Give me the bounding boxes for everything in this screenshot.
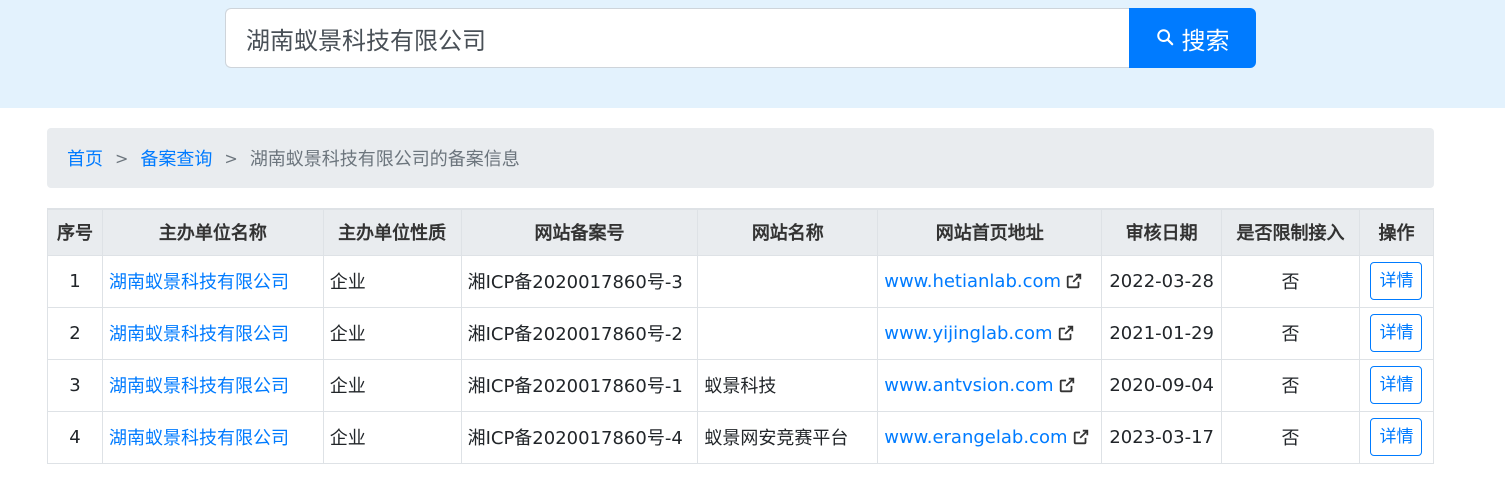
org-name-link[interactable]: 湖南蚁景科技有限公司 [109, 324, 289, 345]
detail-button[interactable]: 详情 [1370, 262, 1423, 300]
breadcrumb-separator: > [115, 148, 129, 168]
external-link-icon [1073, 429, 1088, 445]
external-link-icon [1066, 273, 1082, 289]
org-name-link[interactable]: 湖南蚁景科技有限公司 [109, 272, 289, 293]
header-org-type: 主办单位性质 [322, 208, 462, 256]
breadcrumb-current: 湖南蚁景科技有限公司的备案信息 [249, 149, 520, 170]
org-name-link[interactable]: 湖南蚁景科技有限公司 [109, 428, 289, 449]
table-header-row: 序号 主办单位名称 主办单位性质 网站备案号 网站名称 网站首页地址 审核日期 … [47, 208, 1435, 256]
search-icon [1156, 24, 1174, 52]
site-url-link[interactable]: www.yijinglab.com [884, 323, 1074, 344]
breadcrumb-icp-query-link[interactable]: 备案查询 [140, 145, 212, 171]
detail-button[interactable]: 详情 [1370, 314, 1423, 352]
org-name-link[interactable]: 湖南蚁景科技有限公司 [109, 376, 289, 397]
header-restricted: 是否限制接入 [1221, 208, 1360, 256]
cell-index: 3 [47, 358, 103, 412]
breadcrumb-home-link[interactable]: 首页 [67, 145, 103, 171]
cell-review-date: 2023-03-17 [1101, 410, 1223, 464]
search-input[interactable] [225, 8, 1130, 68]
cell-review-date: 2020-09-04 [1101, 358, 1223, 412]
cell-icp-number: 湘ICP备2020017860号-2 [460, 306, 699, 360]
cell-icp-number: 湘ICP备2020017860号-4 [460, 410, 699, 464]
cell-site-name: 蚁景网安竞赛平台 [697, 410, 879, 464]
table-row: 1 湖南蚁景科技有限公司 企业 湘ICP备2020017860号-3 www.h… [47, 254, 1435, 308]
icp-records-table: 序号 主办单位名称 主办单位性质 网站备案号 网站名称 网站首页地址 审核日期 … [47, 208, 1435, 464]
header-site-name: 网站名称 [697, 208, 879, 256]
cell-restricted: 否 [1221, 306, 1360, 360]
external-link-icon [1059, 377, 1074, 393]
header-review-date: 审核日期 [1101, 208, 1223, 256]
header-icp-number: 网站备案号 [460, 208, 699, 256]
cell-restricted: 否 [1221, 410, 1360, 464]
search-button-label: 搜索 [1181, 26, 1230, 55]
site-url-link[interactable]: www.antvsion.com [884, 375, 1075, 396]
cell-review-date: 2022-03-28 [1101, 254, 1223, 308]
cell-org-type: 企业 [322, 306, 462, 360]
external-link-icon [1058, 325, 1073, 341]
cell-restricted: 否 [1221, 254, 1360, 308]
breadcrumb-separator: > [224, 148, 238, 168]
site-url-text: www.erangelab.com [884, 426, 1068, 448]
search-button[interactable]: 搜索 [1129, 8, 1256, 68]
cell-review-date: 2021-01-29 [1101, 306, 1223, 360]
cell-site-name [697, 254, 879, 308]
cell-index: 2 [47, 306, 103, 360]
breadcrumb: 首页 > 备案查询 > 湖南蚁景科技有限公司的备案信息 [47, 128, 1434, 188]
site-url-text: www.hetianlab.com [884, 270, 1062, 292]
cell-site-name [697, 306, 879, 360]
cell-icp-number: 湘ICP备2020017860号-3 [460, 254, 699, 308]
table-row: 3 湖南蚁景科技有限公司 企业 湘ICP备2020017860号-1 蚁景科技 … [47, 358, 1435, 412]
detail-button[interactable]: 详情 [1370, 418, 1423, 456]
cell-index: 1 [47, 254, 103, 308]
header-org-name: 主办单位名称 [101, 208, 324, 256]
site-url-text: www.yijinglab.com [884, 322, 1053, 344]
cell-org-type: 企业 [322, 358, 462, 412]
cell-site-name: 蚁景科技 [697, 358, 879, 412]
cell-org-type: 企业 [322, 410, 462, 464]
table-row: 2 湖南蚁景科技有限公司 企业 湘ICP备2020017860号-2 www.y… [47, 306, 1435, 360]
header-index: 序号 [47, 208, 103, 256]
table-row: 4 湖南蚁景科技有限公司 企业 湘ICP备2020017860号-4 蚁景网安竞… [47, 410, 1435, 464]
detail-button[interactable]: 详情 [1370, 366, 1423, 404]
header-action: 操作 [1358, 208, 1435, 256]
header-site-url: 网站首页地址 [877, 208, 1103, 256]
cell-org-type: 企业 [322, 254, 462, 308]
cell-restricted: 否 [1221, 358, 1360, 412]
cell-index: 4 [47, 410, 103, 464]
site-url-link[interactable]: www.hetianlab.com [884, 271, 1083, 292]
site-url-link[interactable]: www.erangelab.com [884, 427, 1089, 448]
site-url-text: www.antvsion.com [884, 374, 1054, 396]
cell-icp-number: 湘ICP备2020017860号-1 [460, 358, 699, 412]
